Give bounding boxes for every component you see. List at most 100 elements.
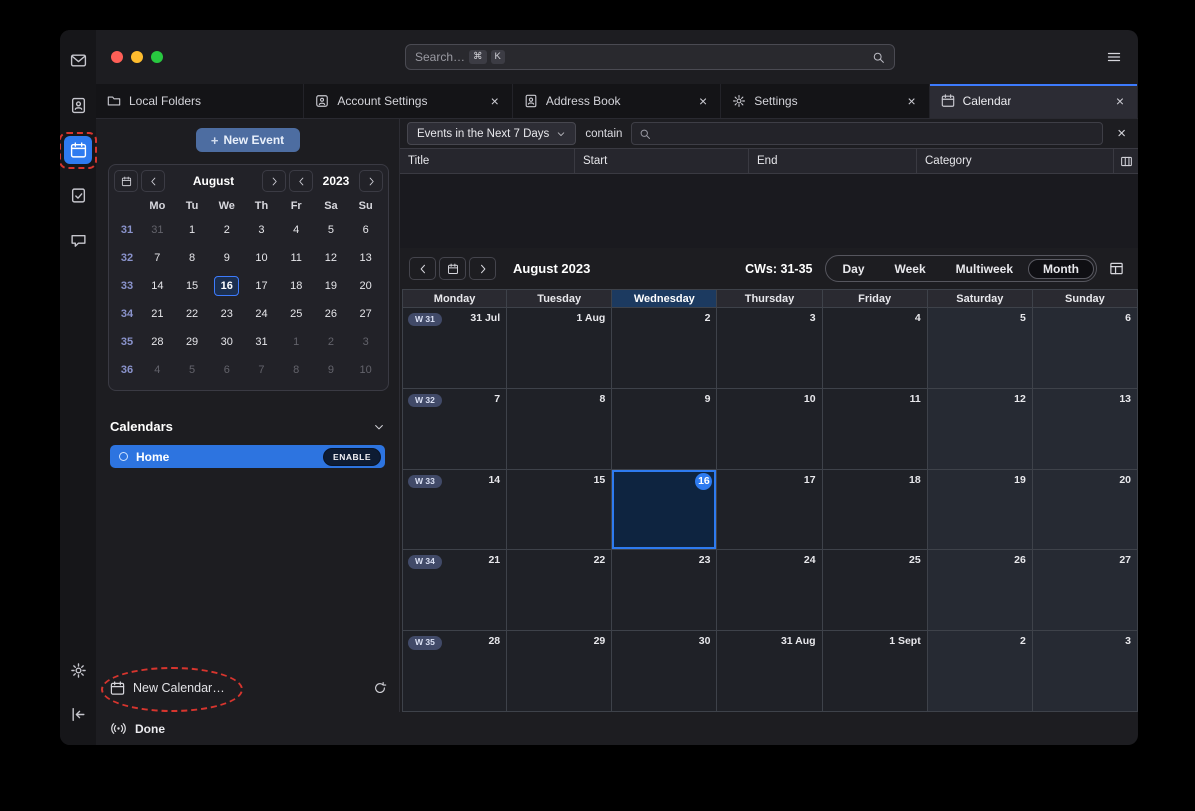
mini-cal-day[interactable]: 9	[318, 360, 343, 380]
sidebar-item-calendar[interactable]	[64, 136, 92, 164]
month-day-cell[interactable]: 2	[928, 631, 1033, 712]
month-day-cell[interactable]: 27	[1033, 550, 1138, 631]
month-day-cell[interactable]: 20	[1033, 470, 1138, 551]
mini-cal-day[interactable]: 14	[145, 276, 170, 296]
tab-calendar[interactable]: Calendar×	[930, 84, 1138, 118]
mini-cal-day[interactable]: 20	[353, 276, 378, 296]
month-day-cell[interactable]: 5	[928, 308, 1033, 389]
mini-cal-day[interactable]: 8	[180, 248, 205, 268]
filter-search-input[interactable]	[657, 126, 1095, 142]
mini-cal-day[interactable]: 6	[214, 360, 239, 380]
sidebar-item-mail[interactable]	[64, 46, 92, 74]
mini-cal-day[interactable]: 24	[249, 304, 274, 324]
mini-cal-day[interactable]: 28	[145, 332, 170, 352]
calendar-list-item[interactable]: HomeENABLE	[110, 445, 385, 468]
mini-cal-day[interactable]: 6	[353, 220, 378, 240]
tab-close-icon[interactable]: ×	[905, 93, 917, 109]
month-day-cell[interactable]: 1 Sept	[823, 631, 928, 712]
mini-cal-day[interactable]: 11	[284, 248, 309, 268]
month-day-cell[interactable]: W 3314	[402, 470, 507, 551]
column-header-start[interactable]: Start	[575, 149, 749, 173]
month-day-cell[interactable]: 29	[507, 631, 612, 712]
tab-account-settings[interactable]: Account Settings×	[304, 84, 512, 118]
tab-close-icon[interactable]: ×	[489, 93, 501, 109]
month-day-cell[interactable]: W 3131 Jul	[402, 308, 507, 389]
month-day-cell[interactable]: 13	[1033, 389, 1138, 470]
mini-cal-day[interactable]: 4	[284, 220, 309, 240]
prev-period-button[interactable]	[409, 257, 436, 280]
mini-cal-day[interactable]: 19	[318, 276, 343, 296]
mini-cal-day[interactable]: 5	[318, 220, 343, 240]
mini-cal-day[interactable]: 8	[284, 360, 309, 380]
mini-cal-day[interactable]: 9	[214, 248, 239, 268]
mini-cal-day[interactable]: 10	[249, 248, 274, 268]
mini-cal-day[interactable]: 18	[284, 276, 309, 296]
mini-cal-day[interactable]: 27	[353, 304, 378, 324]
mini-cal-prev-year-button[interactable]	[289, 170, 313, 192]
mini-cal-day[interactable]: 30	[214, 332, 239, 352]
month-day-cell[interactable]: 3	[717, 308, 822, 389]
month-day-cell[interactable]: 12	[928, 389, 1033, 470]
mini-cal-day[interactable]: 15	[180, 276, 205, 296]
mini-cal-day[interactable]: 13	[353, 248, 378, 268]
today-button[interactable]	[439, 257, 466, 280]
mini-cal-day[interactable]: 7	[249, 360, 274, 380]
mini-cal-day[interactable]: 4	[145, 360, 170, 380]
mini-cal-day[interactable]: 23	[214, 304, 239, 324]
view-tab-multiweek[interactable]: Multiweek	[941, 259, 1028, 279]
sidebar-item-chat[interactable]	[64, 226, 92, 254]
mini-cal-next-year-button[interactable]	[359, 170, 383, 192]
sidebar-item-address-book[interactable]	[64, 91, 92, 119]
month-day-cell[interactable]: 16	[612, 470, 717, 551]
month-day-cell[interactable]: 11	[823, 389, 928, 470]
mini-cal-day[interactable]: 17	[249, 276, 274, 296]
mini-cal-day[interactable]: 31	[249, 332, 274, 352]
month-day-cell[interactable]: 6	[1033, 308, 1138, 389]
zoom-window-button[interactable]	[151, 51, 163, 63]
month-day-cell[interactable]: 26	[928, 550, 1033, 631]
month-day-cell[interactable]: 22	[507, 550, 612, 631]
month-day-cell[interactable]: 31 Aug	[717, 631, 822, 712]
month-day-cell[interactable]: 25	[823, 550, 928, 631]
mini-cal-day[interactable]: 22	[180, 304, 205, 324]
month-day-cell[interactable]: 3	[1033, 631, 1138, 712]
month-day-cell[interactable]: 10	[717, 389, 822, 470]
view-tab-week[interactable]: Week	[880, 259, 941, 279]
mini-cal-day[interactable]: 1	[284, 332, 309, 352]
new-event-button[interactable]: + New Event	[196, 128, 300, 152]
month-day-cell[interactable]: 2	[612, 308, 717, 389]
sidebar-item-settings[interactable]	[64, 656, 92, 684]
mini-cal-day[interactable]: 31	[145, 220, 170, 240]
tab-local-folders[interactable]: Local Folders	[96, 84, 304, 118]
mini-cal-day[interactable]: 12	[318, 248, 343, 268]
grid-view-icon[interactable]	[1109, 261, 1124, 276]
mini-cal-day[interactable]: 26	[318, 304, 343, 324]
new-calendar-button[interactable]: New Calendar…	[133, 681, 225, 695]
tab-settings[interactable]: Settings×	[721, 84, 929, 118]
mini-cal-day[interactable]: 21	[145, 304, 170, 324]
sidebar-item-tasks[interactable]	[64, 181, 92, 209]
month-day-cell[interactable]: 15	[507, 470, 612, 551]
minimize-window-button[interactable]	[131, 51, 143, 63]
sidebar-item-collapse[interactable]	[64, 700, 92, 728]
mini-cal-day[interactable]: 1	[180, 220, 205, 240]
view-tab-day[interactable]: Day	[828, 259, 880, 279]
month-day-cell[interactable]: W 3421	[402, 550, 507, 631]
mini-cal-day[interactable]: 5	[180, 360, 205, 380]
mini-cal-day[interactable]: 10	[353, 360, 378, 380]
mini-cal-day[interactable]: 25	[284, 304, 309, 324]
view-tab-month[interactable]: Month	[1028, 259, 1094, 279]
sync-icon[interactable]	[373, 681, 387, 695]
month-day-cell[interactable]: 24	[717, 550, 822, 631]
calendars-section-header[interactable]: Calendars	[110, 419, 385, 434]
month-day-cell[interactable]: 8	[507, 389, 612, 470]
month-day-cell[interactable]: 17	[717, 470, 822, 551]
month-day-cell[interactable]: 9	[612, 389, 717, 470]
mini-cal-day[interactable]: 3	[249, 220, 274, 240]
column-picker-icon[interactable]	[1114, 149, 1138, 173]
event-range-dropdown[interactable]: Events in the Next 7 Days	[407, 122, 576, 145]
mini-cal-day[interactable]: 29	[180, 332, 205, 352]
close-filter-icon[interactable]: ×	[1117, 126, 1126, 141]
mini-cal-day[interactable]: 2	[318, 332, 343, 352]
tab-close-icon[interactable]: ×	[697, 93, 709, 109]
